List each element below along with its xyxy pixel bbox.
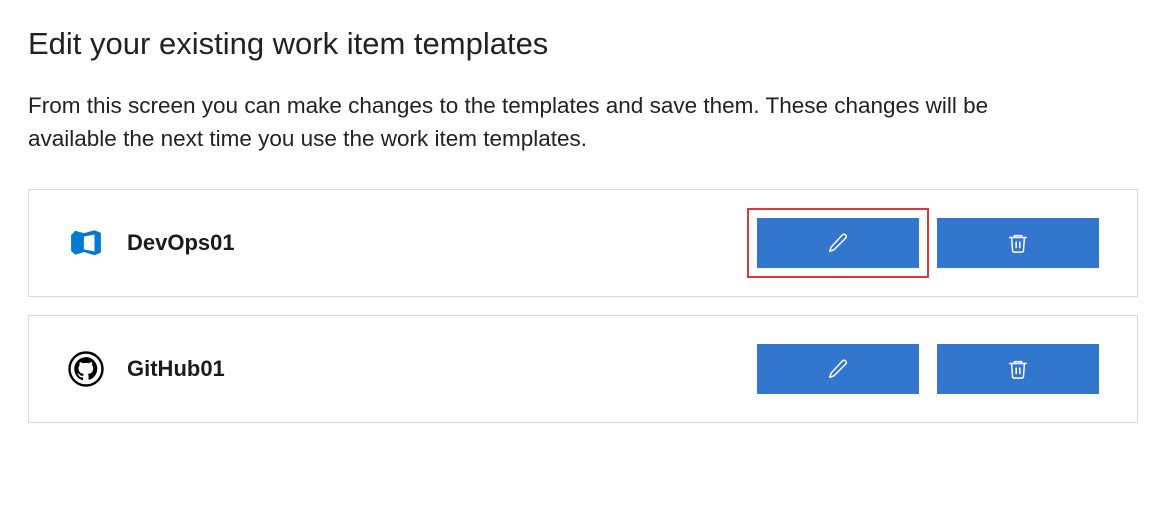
templates-list: DevOps01 xyxy=(28,189,1138,423)
github-icon xyxy=(67,350,105,388)
page-title: Edit your existing work item templates xyxy=(28,26,1138,62)
page-description: From this screen you can make changes to… xyxy=(28,90,1038,155)
edit-button[interactable] xyxy=(757,218,919,268)
template-actions xyxy=(757,218,1099,268)
template-left: DevOps01 xyxy=(67,224,235,262)
template-actions xyxy=(757,344,1099,394)
template-left: GitHub01 xyxy=(67,350,225,388)
delete-button[interactable] xyxy=(937,344,1099,394)
template-row: DevOps01 xyxy=(28,189,1138,297)
template-name: DevOps01 xyxy=(127,230,235,256)
template-name: GitHub01 xyxy=(127,356,225,382)
template-row: GitHub01 xyxy=(28,315,1138,423)
azure-devops-icon xyxy=(67,224,105,262)
delete-button[interactable] xyxy=(937,218,1099,268)
edit-button[interactable] xyxy=(757,344,919,394)
